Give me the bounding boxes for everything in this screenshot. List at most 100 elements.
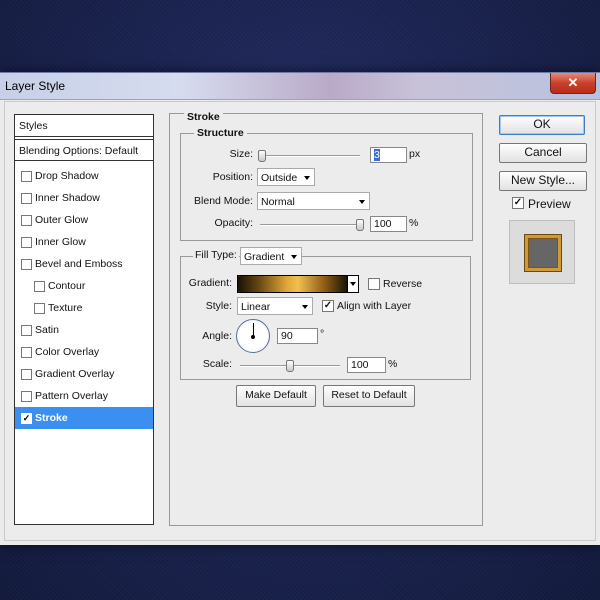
reverse-label: Reverse [383, 278, 423, 290]
blending-options-label: Blending Options: Default [19, 145, 139, 157]
style-item-checkbox[interactable]: ✓ [21, 413, 32, 424]
style-item-label: Stroke [35, 412, 68, 424]
angle-unit: ° [320, 328, 325, 340]
style-item-outer-glow[interactable]: Outer Glow [15, 209, 153, 231]
style-item-label: Inner Glow [35, 236, 86, 248]
reset-to-default-button[interactable]: Reset to Default [323, 385, 415, 407]
checkmark-icon: ✓ [513, 197, 523, 208]
scale-unit: % [388, 358, 398, 370]
blend-mode-label: Blend Mode: [194, 195, 253, 207]
align-with-layer-checkbox[interactable]: ✓ [322, 300, 334, 312]
style-item-label: Inner Shadow [35, 192, 100, 204]
style-item-checkbox[interactable] [21, 325, 32, 336]
opacity-slider-thumb[interactable] [356, 219, 364, 231]
style-item-label: Satin [35, 324, 59, 336]
new-style-button[interactable]: New Style... [499, 171, 587, 191]
style-item-label: Color Overlay [35, 346, 100, 358]
preview-label: Preview [528, 197, 571, 211]
blend-mode-value: Normal [261, 196, 295, 208]
style-item-gradient-overlay[interactable]: Gradient Overlay [15, 363, 153, 385]
style-item-drop-shadow[interactable]: Drop Shadow [15, 165, 153, 187]
position-value: Outside [261, 172, 298, 184]
chevron-down-icon [359, 200, 365, 204]
style-item-texture[interactable]: Texture [15, 297, 153, 319]
style-item-checkbox[interactable] [34, 281, 45, 292]
size-label: Size: [229, 148, 253, 160]
style-item-color-overlay[interactable]: Color Overlay [15, 341, 153, 363]
chevron-down-icon [291, 255, 297, 259]
checkmark-icon: ✓ [323, 300, 333, 311]
fill-type-label: Fill Type: [193, 249, 239, 261]
style-item-inner-glow[interactable]: Inner Glow [15, 231, 153, 253]
gradient-label: Gradient: [188, 277, 232, 289]
preview-checkbox[interactable]: ✓ [512, 197, 524, 209]
stroke-title: Stroke [184, 111, 223, 123]
size-slider-track[interactable] [260, 155, 360, 157]
chevron-down-icon [304, 176, 310, 180]
style-item-checkbox[interactable] [34, 303, 45, 314]
gradient-style-value: Linear [241, 301, 271, 313]
gradient-picker-button[interactable] [347, 275, 359, 293]
style-item-label: Contour [48, 280, 86, 292]
style-item-label: Pattern Overlay [35, 390, 108, 402]
styles-header[interactable]: Styles [15, 115, 153, 137]
opacity-label: Opacity: [214, 217, 253, 229]
position-dropdown[interactable]: Outside [257, 168, 315, 186]
size-value: 3 [374, 149, 380, 161]
opacity-input[interactable]: 100 [370, 216, 407, 232]
style-label: Style: [205, 300, 232, 312]
size-input[interactable]: 3 [370, 147, 407, 163]
blending-options-item[interactable]: Blending Options: Default [15, 139, 153, 161]
style-item-checkbox[interactable] [21, 391, 32, 402]
opacity-slider-track[interactable] [260, 224, 360, 226]
style-item-label: Outer Glow [35, 214, 89, 226]
style-item-pattern-overlay[interactable]: Pattern Overlay [15, 385, 153, 407]
close-button[interactable]: ✕ [550, 73, 596, 94]
style-item-label: Drop Shadow [35, 170, 99, 182]
gradient-style-dropdown[interactable]: Linear [237, 297, 313, 315]
fill-type-value: Gradient [244, 251, 285, 263]
style-item-bevel-and-emboss[interactable]: Bevel and Emboss [15, 253, 153, 275]
style-item-inner-shadow[interactable]: Inner Shadow [15, 187, 153, 209]
style-preview [509, 220, 575, 284]
scale-slider-thumb[interactable] [286, 360, 294, 372]
angle-label: Angle: [202, 330, 232, 342]
preview-swatch [525, 235, 561, 271]
style-item-stroke[interactable]: ✓ Stroke [15, 407, 153, 429]
size-slider-thumb[interactable] [258, 150, 266, 162]
scale-input[interactable]: 100 [347, 357, 386, 373]
style-item-checkbox[interactable] [21, 347, 32, 358]
title-bar[interactable]: Layer Style ✕ [0, 73, 600, 100]
style-item-checkbox[interactable] [21, 237, 32, 248]
style-item-label: Bevel and Emboss [35, 258, 123, 270]
style-item-satin[interactable]: Satin [15, 319, 153, 341]
style-item-label: Gradient Overlay [35, 368, 115, 380]
angle-input[interactable]: 90 [277, 328, 318, 344]
angle-center [251, 335, 255, 339]
fill-type-dropdown[interactable]: Gradient [240, 247, 302, 265]
style-item-checkbox[interactable] [21, 369, 32, 380]
style-item-checkbox[interactable] [21, 259, 32, 270]
styles-header-label: Styles [19, 120, 48, 132]
size-unit: px [409, 148, 421, 160]
blend-mode-dropdown[interactable]: Normal [257, 192, 370, 210]
gradient-swatch[interactable] [237, 275, 348, 293]
cancel-button[interactable]: Cancel [499, 143, 587, 163]
make-default-button[interactable]: Make Default [236, 385, 316, 407]
style-item-checkbox[interactable] [21, 193, 32, 204]
window-title: Layer Style [5, 79, 66, 93]
scale-label: Scale: [202, 358, 232, 370]
chevron-down-icon [302, 305, 308, 309]
style-item-checkbox[interactable] [21, 215, 32, 226]
styles-list: Styles Blending Options: Default Drop Sh… [14, 114, 154, 525]
reverse-checkbox[interactable] [368, 278, 380, 290]
opacity-unit: % [409, 217, 419, 229]
ok-button[interactable]: OK [499, 115, 585, 135]
structure-title: Structure [194, 127, 247, 139]
align-with-layer-label: Align with Layer [337, 300, 412, 312]
style-item-contour[interactable]: Contour [15, 275, 153, 297]
style-item-label: Texture [48, 302, 83, 314]
style-item-checkbox[interactable] [21, 171, 32, 182]
angle-dial[interactable] [236, 319, 270, 353]
position-label: Position: [212, 171, 253, 183]
